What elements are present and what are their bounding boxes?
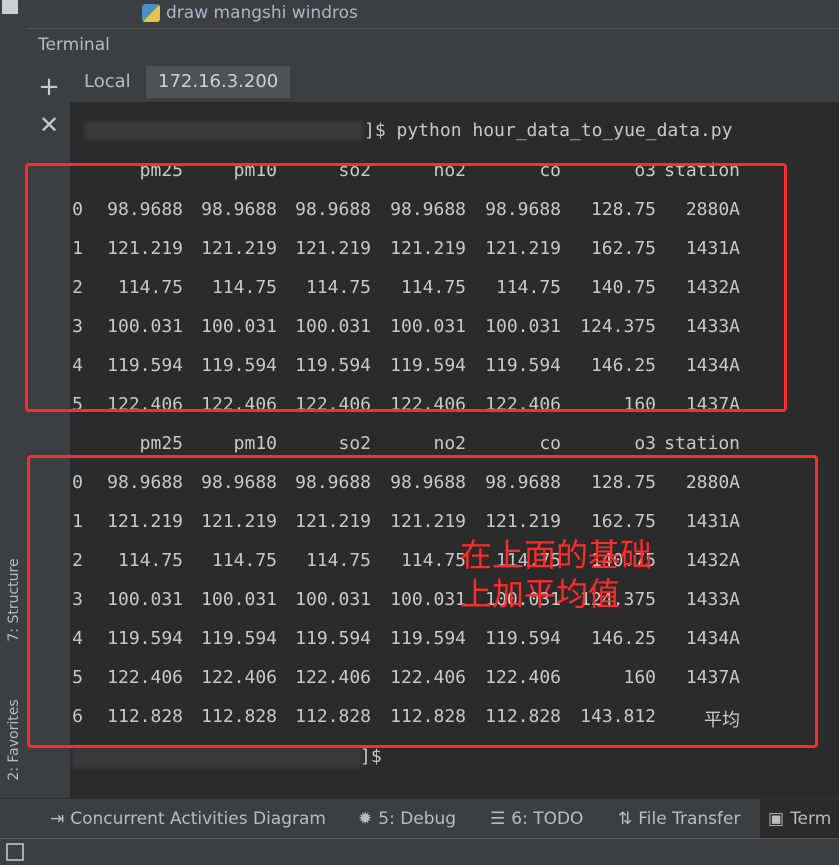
terminal-label: Term [790, 809, 832, 829]
debug-label: 5: Debug [378, 809, 457, 829]
terminal-icon: ▣ [768, 809, 785, 829]
debug-button[interactable]: ✹ 5: Debug [358, 807, 456, 831]
column-header: no2 [433, 433, 466, 454]
diagram-icon: ⇥ [50, 809, 65, 829]
terminal-title-bar: Terminal [28, 28, 839, 64]
status-bar [0, 838, 839, 865]
column-header: pm25 [139, 433, 183, 454]
todo-button[interactable]: ☰ 6: TODO [490, 807, 583, 831]
tab-remote-host[interactable]: 172.16.3.200 [146, 66, 291, 98]
tab-local-label: Local [84, 71, 131, 92]
terminal-button[interactable]: ▣ Term [760, 799, 839, 839]
column-header: pm10 [233, 433, 277, 454]
python-file-icon [142, 4, 160, 22]
layout-toggle-icon[interactable] [6, 843, 24, 861]
final-prompt: ]$ [360, 746, 382, 767]
panel-title: Terminal [38, 35, 110, 55]
editor-tab-file[interactable]: draw mangshi windros [142, 2, 358, 24]
add-session-icon[interactable]: + [36, 74, 62, 100]
terminal-tab-row: Local 172.16.3.200 [70, 62, 839, 102]
bottom-tool-bar: ⇥ Concurrent Activities Diagram ✹ 5: Deb… [0, 798, 839, 839]
column-header: station [664, 433, 740, 454]
file-transfer-button[interactable]: ⇅ File Transfer [618, 807, 740, 831]
bug-icon: ✹ [358, 809, 373, 829]
column-header: o3 [634, 433, 656, 454]
tab-local[interactable]: Local [72, 66, 143, 98]
structure-label: 7: Structure [6, 558, 22, 642]
concurrent-diagram-label: Concurrent Activities Diagram [70, 809, 326, 829]
editor-tab-strip: draw mangshi windros [0, 0, 839, 28]
tab-remote-label: 172.16.3.200 [158, 71, 279, 92]
column-header: co [539, 433, 561, 454]
highlight-box-original [25, 163, 787, 412]
redacted-prompt [84, 122, 364, 140]
favorites-label: 2: Favorites [6, 699, 22, 781]
window-corner-icon [2, 0, 18, 14]
annotation-text: 在上面的基础上加平均值 [460, 536, 653, 613]
transfer-icon: ⇅ [618, 809, 633, 829]
highlight-box-result [27, 455, 818, 748]
todo-label: 6: TODO [511, 809, 584, 829]
command-line: ]$ python hour_data_to_yue_data.py [364, 120, 733, 141]
concurrent-diagram-button[interactable]: ⇥ Concurrent Activities Diagram [50, 807, 326, 831]
file-transfer-label: File Transfer [638, 809, 741, 829]
editor-tab-label: draw mangshi windros [166, 3, 358, 23]
close-session-icon[interactable]: ✕ [36, 112, 62, 138]
redacted-prompt-final [72, 746, 362, 768]
left-tool-strip: 7: Structure 2: Favorites [0, 28, 29, 798]
list-icon: ☰ [490, 809, 506, 829]
column-header: so2 [338, 433, 371, 454]
